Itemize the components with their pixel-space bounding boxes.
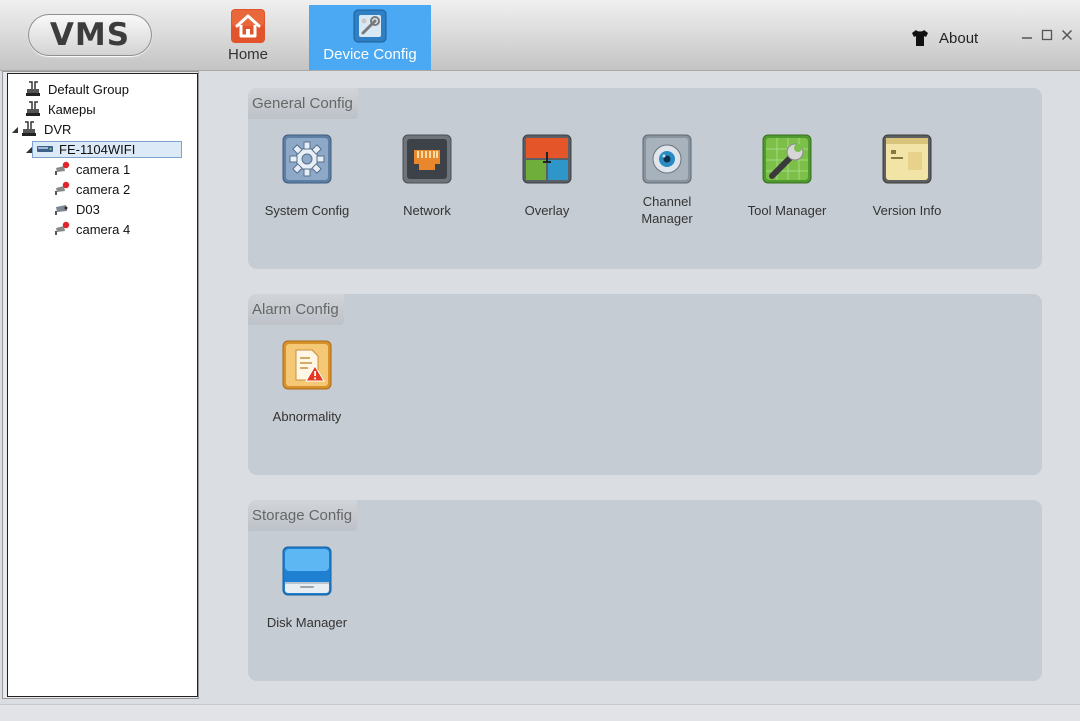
device-tree: Default Group Камеры ◢ DVR ◢ FE-1104WIFI… bbox=[7, 73, 198, 697]
channel-manager-button[interactable]: Channel Manager bbox=[607, 134, 727, 227]
tree-item-label: camera 2 bbox=[76, 181, 131, 197]
tool-manager-label: Tool Manager bbox=[747, 203, 827, 218]
minimize-icon[interactable] bbox=[1019, 27, 1035, 43]
storage-config-panel: Storage Config Disk Manager bbox=[248, 500, 1042, 681]
camera-lens-icon bbox=[642, 134, 692, 184]
camera-icon bbox=[55, 161, 70, 175]
camera-icon bbox=[55, 205, 68, 215]
network-button[interactable]: Network bbox=[367, 134, 487, 219]
tab-home-label: Home bbox=[227, 46, 268, 63]
disk-manager-button[interactable]: Disk Manager bbox=[247, 546, 367, 631]
tshirt-icon bbox=[912, 30, 928, 46]
tree-item-label: camera 4 bbox=[76, 221, 131, 237]
system-config-label: System Config bbox=[264, 203, 350, 218]
panel-title: Alarm Config bbox=[248, 294, 344, 325]
tree-item-dvr[interactable]: ◢ DVR bbox=[10, 120, 71, 138]
maximize-icon[interactable] bbox=[1039, 27, 1055, 43]
group-icon bbox=[26, 101, 40, 116]
overlay-icon bbox=[522, 134, 572, 184]
title-bar: VMS Home Device Config About bbox=[0, 0, 1080, 71]
overlay-button[interactable]: Overlay bbox=[487, 134, 607, 219]
group-icon bbox=[26, 81, 40, 96]
version-info-icon bbox=[882, 134, 932, 184]
tree-item-label: DVR bbox=[44, 121, 72, 137]
panel-title: General Config bbox=[248, 88, 358, 119]
tree-item-cameras-group[interactable]: Камеры bbox=[14, 100, 96, 118]
tool-manager-button[interactable]: Tool Manager bbox=[727, 134, 847, 219]
sidebar-frame: Default Group Камеры ◢ DVR ◢ FE-1104WIFI… bbox=[2, 71, 199, 699]
abnormality-button[interactable]: Abnormality bbox=[247, 340, 367, 425]
panel-title: Storage Config bbox=[248, 500, 358, 531]
tab-device-config-label: Device Config bbox=[323, 46, 417, 63]
tab-home[interactable]: Home bbox=[187, 5, 309, 70]
camera-icon bbox=[55, 221, 70, 235]
abnormality-label: Abnormality bbox=[272, 409, 342, 424]
wrench-icon bbox=[762, 134, 812, 184]
alarm-config-panel: Alarm Config Abnormality bbox=[248, 294, 1042, 475]
about-label: About bbox=[939, 29, 979, 47]
tree-item-label: D03 bbox=[76, 201, 100, 217]
network-port-icon bbox=[402, 134, 452, 184]
tab-device-config[interactable]: Device Config bbox=[309, 5, 431, 70]
overlay-label: Overlay bbox=[524, 203, 570, 218]
tree-item-camera-1[interactable]: camera 1 bbox=[54, 160, 130, 178]
close-icon[interactable] bbox=[1059, 27, 1075, 43]
dvr-device-icon bbox=[37, 146, 53, 152]
app-logo: VMS bbox=[28, 14, 152, 56]
device-config-icon bbox=[353, 9, 387, 43]
version-info-button[interactable]: Version Info bbox=[847, 134, 967, 219]
status-strip bbox=[0, 704, 1080, 721]
general-config-panel: General Config System Config Network Ove… bbox=[248, 88, 1042, 269]
system-config-button[interactable]: System Config bbox=[247, 134, 367, 219]
tree-item-label: FE-1104WIFI bbox=[59, 141, 136, 157]
group-icon bbox=[22, 121, 36, 136]
disk-icon bbox=[282, 546, 332, 596]
channel-manager-label: Channel Manager bbox=[641, 194, 693, 226]
network-label: Network bbox=[403, 203, 451, 218]
tree-item-label: Default Group bbox=[48, 81, 129, 97]
home-icon bbox=[231, 9, 265, 43]
version-info-label: Version Info bbox=[872, 203, 942, 218]
tree-item-label: camera 1 bbox=[76, 161, 131, 177]
tree-item-camera-4[interactable]: camera 4 bbox=[54, 220, 130, 238]
tree-item-fe-1104wifi[interactable]: ◢ FE-1104WIFI bbox=[24, 140, 183, 158]
gear-icon bbox=[282, 134, 332, 184]
expand-arrow-icon[interactable]: ◢ bbox=[10, 125, 20, 134]
about-button[interactable]: About bbox=[910, 27, 978, 49]
tree-item-label: Камеры bbox=[48, 101, 96, 117]
camera-icon bbox=[55, 181, 70, 195]
tree-item-default-group[interactable]: Default Group bbox=[14, 80, 129, 98]
tree-item-d03[interactable]: D03 bbox=[54, 200, 100, 218]
disk-manager-label: Disk Manager bbox=[266, 615, 348, 630]
warning-document-icon bbox=[282, 340, 332, 390]
tree-item-camera-2[interactable]: camera 2 bbox=[54, 180, 130, 198]
